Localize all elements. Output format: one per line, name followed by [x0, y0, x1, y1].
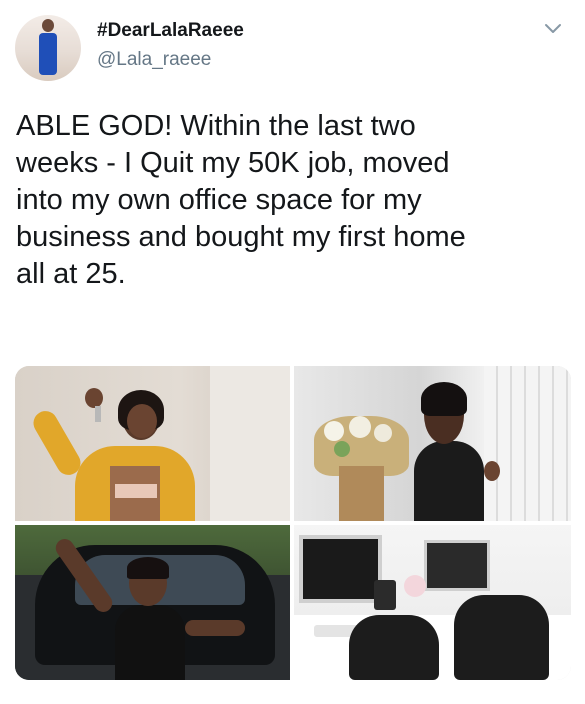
photo-flowers[interactable]: [294, 366, 571, 521]
avatar-head: [42, 19, 54, 32]
user-handle[interactable]: @Lala_raeee: [97, 49, 211, 71]
display-name[interactable]: #DearLalaRaeee: [97, 20, 244, 42]
tweet-text: ABLE GOD! Within the last two weeks - I …: [16, 110, 466, 290]
avatar[interactable]: [15, 15, 81, 81]
chevron-down-icon[interactable]: [544, 22, 562, 36]
media-grid[interactable]: [15, 366, 571, 680]
photo-car[interactable]: [15, 525, 290, 680]
avatar-figure: [39, 33, 57, 75]
photo-office[interactable]: [294, 525, 571, 680]
photo-keys[interactable]: [15, 366, 290, 521]
